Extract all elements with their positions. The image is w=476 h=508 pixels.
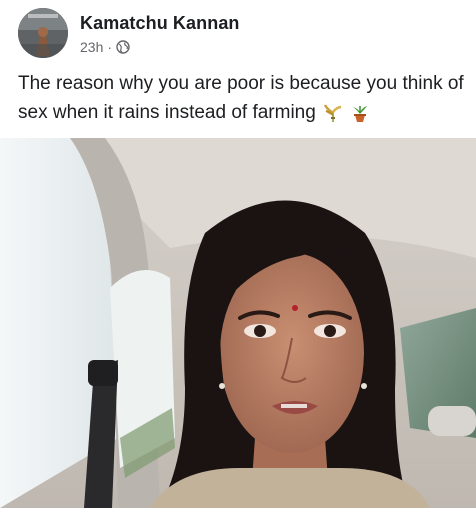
- avatar[interactable]: [18, 8, 68, 58]
- post-meta: 23h ·: [80, 39, 130, 55]
- rice-sheaf-icon: [323, 103, 343, 123]
- meta-separator: ·: [107, 39, 113, 55]
- post-text: The reason why you are poor is because y…: [18, 69, 468, 127]
- timestamp[interactable]: 23h: [80, 39, 103, 55]
- author-name[interactable]: Kamatchu Kannan: [80, 13, 240, 34]
- potted-plant-icon: [350, 103, 370, 123]
- post-body: The reason why you are poor is because y…: [18, 73, 464, 123]
- globe-icon[interactable]: [116, 40, 130, 54]
- post-header: Kamatchu Kannan 23h ·: [0, 0, 476, 64]
- post-photo[interactable]: [0, 138, 476, 508]
